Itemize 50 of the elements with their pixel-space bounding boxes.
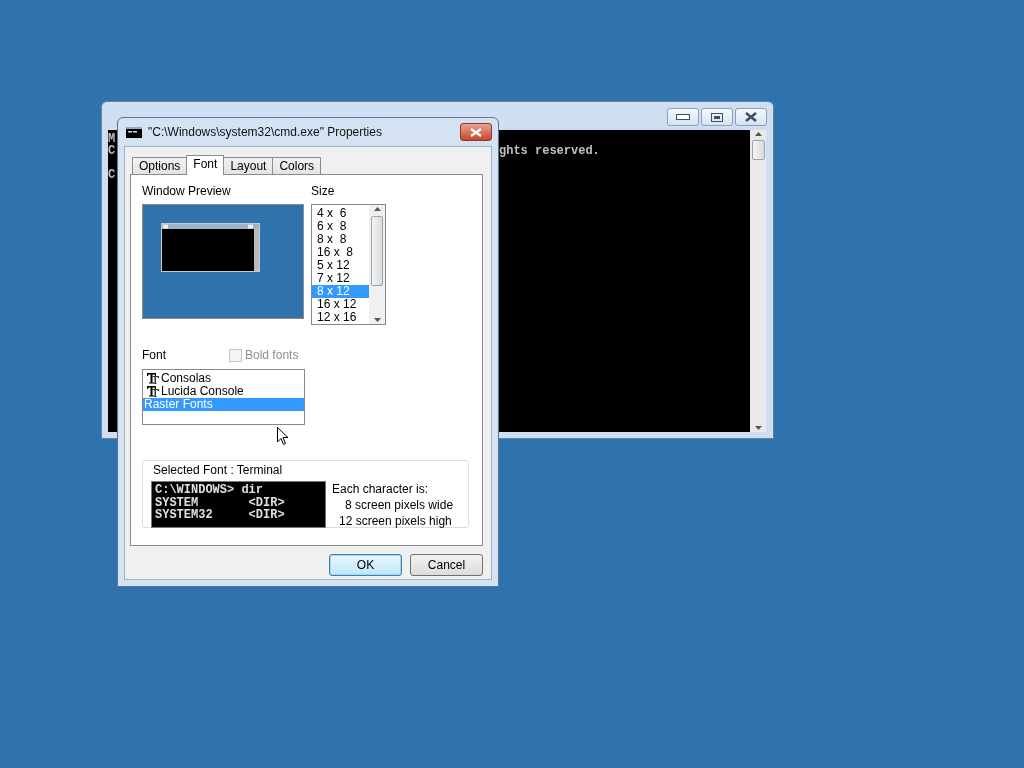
ok-button[interactable]: OK [329, 554, 402, 576]
console-text: C [108, 169, 117, 181]
checkbox-label: Bold fonts [245, 347, 299, 364]
size-option[interactable]: 6 x 8 [312, 220, 369, 233]
size-option[interactable]: 4 x 6 [312, 207, 369, 220]
size-option[interactable]: 8 x 8 [312, 233, 369, 246]
font-option[interactable]: Lucida Console [143, 385, 304, 398]
font-option[interactable]: Consolas [143, 372, 304, 385]
size-label: Size [311, 184, 336, 198]
size-option[interactable]: 12 x 16 [312, 311, 369, 324]
console-text: M [108, 133, 117, 145]
maximize-icon [711, 112, 723, 122]
size-option[interactable]: 16 x 12 [312, 298, 369, 311]
tab[interactable]: Layout [223, 157, 274, 174]
truetype-icon [147, 373, 159, 384]
info-text: 8 screen pixels wide [344, 497, 454, 513]
cancel-button[interactable]: Cancel [410, 554, 483, 576]
size-option[interactable]: 5 x 12 [312, 259, 369, 272]
console-text: ghts reserved. [499, 145, 600, 157]
scroll-up-icon[interactable] [754, 132, 762, 136]
scroll-down-icon[interactable] [754, 426, 762, 430]
window-title: "C:\Windows\system32\cmd.exe" Properties [148, 124, 382, 141]
scroll-thumb[interactable] [751, 140, 765, 160]
mouse-cursor-icon [277, 427, 289, 446]
maximize-button[interactable] [701, 108, 733, 126]
font-label: Font [142, 347, 166, 364]
close-button[interactable] [460, 123, 492, 141]
scrollbar[interactable] [750, 130, 766, 432]
scrollbar[interactable] [369, 205, 385, 324]
scroll-down-icon[interactable] [373, 318, 381, 322]
info-text: Each character is: [332, 481, 430, 497]
tab[interactable]: Font [186, 155, 225, 175]
console-text: C [108, 145, 117, 157]
group-caption: Selected Font : Terminal [151, 463, 285, 477]
close-button[interactable] [735, 108, 767, 126]
size-option[interactable]: 7 x 12 [312, 272, 369, 285]
minimize-button[interactable] [667, 108, 699, 126]
tab[interactable]: Colors [272, 157, 322, 174]
size-option[interactable]: 16 x 8 [312, 246, 369, 259]
scroll-up-icon[interactable] [373, 207, 381, 211]
minimize-icon [676, 114, 690, 120]
console-icon [126, 126, 142, 138]
font-preview: C:\WINDOWS> dir SYSTEM <DIR> SYSTEM32 <DIR> [151, 481, 326, 528]
close-icon [470, 127, 482, 137]
window-preview-label: Window Preview [142, 184, 232, 198]
info-text: 12 screen pixels high [338, 513, 453, 529]
scroll-thumb[interactable] [371, 216, 383, 286]
close-icon [744, 112, 758, 122]
tab[interactable]: Options [132, 157, 188, 174]
truetype-icon [147, 386, 159, 397]
